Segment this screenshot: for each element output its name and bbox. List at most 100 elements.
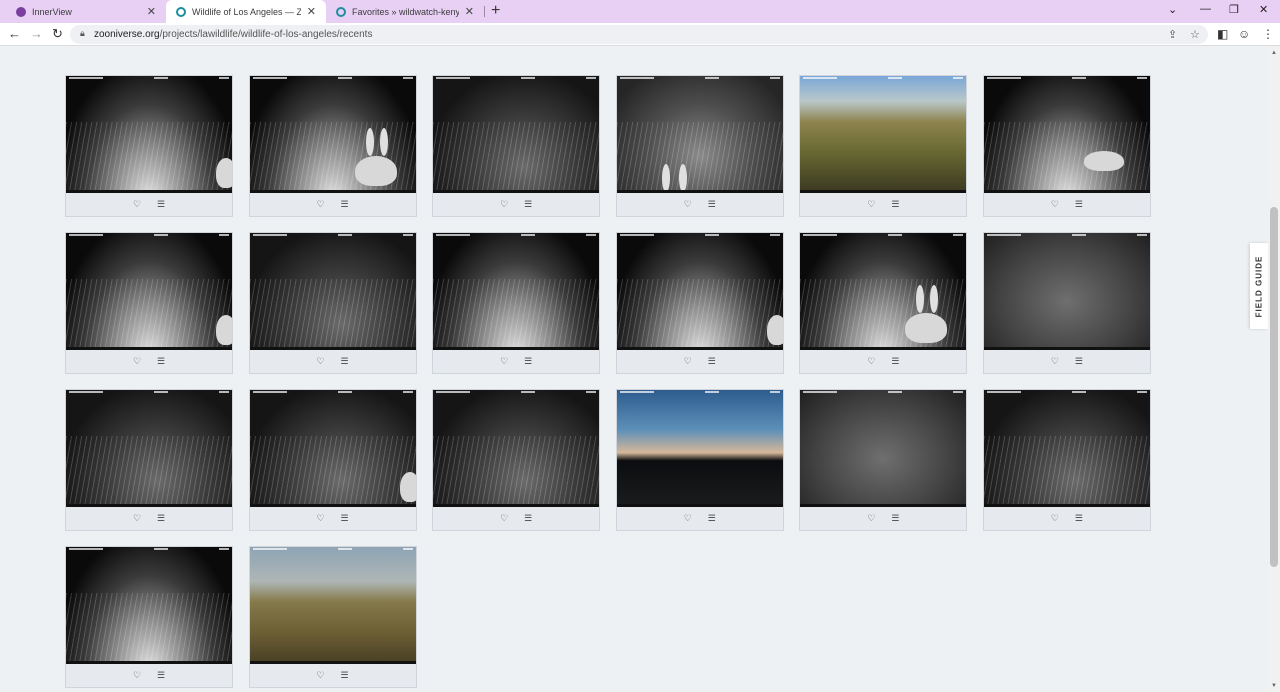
add-to-collection-list-icon[interactable]: ☰ (155, 669, 167, 681)
favorite-heart-icon[interactable]: ♡ (1049, 198, 1061, 210)
subject-thumbnail[interactable] (800, 390, 967, 507)
add-to-collection-list-icon[interactable]: ☰ (155, 355, 167, 367)
close-window-icon[interactable]: ✕ (1259, 3, 1268, 16)
subject-card[interactable]: ♡ ☰ (799, 232, 968, 374)
favorite-heart-icon[interactable]: ♡ (682, 198, 694, 210)
add-to-collection-list-icon[interactable]: ☰ (889, 198, 901, 210)
favorite-heart-icon[interactable]: ♡ (498, 512, 510, 524)
add-to-collection-list-icon[interactable]: ☰ (706, 512, 718, 524)
add-to-collection-list-icon[interactable]: ☰ (339, 669, 351, 681)
subject-card[interactable]: ♡ ☰ (65, 75, 233, 217)
favorite-heart-icon[interactable]: ♡ (498, 198, 510, 210)
subject-thumbnail[interactable] (66, 76, 232, 193)
page-scrollbar[interactable]: ▲ ▼ (1268, 47, 1280, 692)
add-to-collection-list-icon[interactable]: ☰ (706, 198, 718, 210)
favorite-heart-icon[interactable]: ♡ (1049, 512, 1061, 524)
favorite-heart-icon[interactable]: ♡ (865, 355, 877, 367)
favorite-heart-icon[interactable]: ♡ (131, 355, 143, 367)
subject-card[interactable]: ♡ ☰ (982, 389, 1151, 531)
subject-thumbnail[interactable] (983, 390, 1150, 507)
add-to-collection-list-icon[interactable]: ☰ (155, 198, 167, 210)
subject-card[interactable]: ♡ ☰ (615, 75, 784, 217)
add-to-collection-list-icon[interactable]: ☰ (339, 355, 351, 367)
tab-search-chevron-icon[interactable]: ⌄ (1168, 3, 1177, 16)
tab-wildlife-los-angeles[interactable]: Wildlife of Los Angeles — Zooniverse ✕ (166, 0, 326, 23)
favorite-heart-icon[interactable]: ♡ (865, 512, 877, 524)
add-to-collection-list-icon[interactable]: ☰ (522, 198, 534, 210)
add-to-collection-list-icon[interactable]: ☰ (522, 355, 534, 367)
favorite-heart-icon[interactable]: ♡ (131, 198, 143, 210)
close-tab-icon[interactable]: ✕ (465, 5, 474, 18)
subject-card[interactable]: ♡ ☰ (615, 232, 784, 374)
favorite-heart-icon[interactable]: ♡ (315, 512, 327, 524)
minimize-icon[interactable]: — (1200, 3, 1211, 15)
subject-thumbnail[interactable] (800, 76, 967, 193)
reload-icon[interactable]: ↻ (52, 26, 63, 42)
subject-thumbnail[interactable] (983, 233, 1150, 350)
address-bar[interactable]: 🔒︎ zooniverse.org/projects/lawildlife/wi… (70, 25, 1208, 44)
favorite-heart-icon[interactable]: ♡ (315, 198, 327, 210)
favorite-heart-icon[interactable]: ♡ (315, 355, 327, 367)
subject-card[interactable]: ♡ ☰ (65, 389, 233, 531)
subject-card[interactable]: ♡ ☰ (432, 75, 601, 217)
close-tab-icon[interactable]: ✕ (147, 5, 156, 18)
add-to-collection-list-icon[interactable]: ☰ (706, 355, 718, 367)
back-arrow-icon[interactable]: ← (8, 26, 21, 41)
add-to-collection-list-icon[interactable]: ☰ (889, 355, 901, 367)
subject-card[interactable]: ♡ ☰ (799, 389, 968, 531)
subject-thumbnail[interactable] (249, 76, 416, 193)
favorite-heart-icon[interactable]: ♡ (1049, 355, 1061, 367)
add-to-collection-list-icon[interactable]: ☰ (339, 198, 351, 210)
favorite-heart-icon[interactable]: ♡ (865, 198, 877, 210)
subject-thumbnail[interactable] (249, 390, 416, 507)
subject-thumbnail[interactable] (983, 76, 1150, 193)
add-to-collection-list-icon[interactable]: ☰ (522, 512, 534, 524)
add-to-collection-list-icon[interactable]: ☰ (1073, 355, 1085, 367)
subject-card[interactable]: ♡ ☰ (432, 232, 601, 374)
subject-card[interactable]: ♡ ☰ (65, 546, 233, 688)
add-to-collection-list-icon[interactable]: ☰ (155, 512, 167, 524)
tab-innerview[interactable]: InnerView ✕ (6, 0, 166, 23)
subject-thumbnail[interactable] (616, 233, 783, 350)
subject-thumbnail[interactable] (66, 233, 232, 350)
tab-wildwatch-kenya[interactable]: Favorites » wildwatch-kenya — Zooniverse… (326, 0, 484, 23)
side-panel-icon[interactable]: ◧ (1217, 27, 1228, 41)
menu-kebab-icon[interactable]: ⋮ (1262, 27, 1274, 41)
subject-card[interactable]: ♡ ☰ (432, 389, 601, 531)
subject-thumbnail[interactable] (616, 76, 783, 193)
profile-avatar-icon[interactable]: ☺ (1238, 27, 1250, 41)
scroll-up-icon[interactable]: ▲ (1271, 50, 1277, 56)
add-to-collection-list-icon[interactable]: ☰ (889, 512, 901, 524)
subject-thumbnail[interactable] (433, 390, 600, 507)
subject-card[interactable]: ♡ ☰ (248, 232, 417, 374)
favorite-heart-icon[interactable]: ♡ (682, 512, 694, 524)
scrollbar-thumb[interactable] (1270, 207, 1278, 567)
subject-thumbnail[interactable] (433, 76, 600, 193)
favorite-heart-icon[interactable]: ♡ (498, 355, 510, 367)
bookmark-star-icon[interactable]: ☆ (1190, 28, 1200, 41)
subject-card[interactable]: ♡ ☰ (248, 75, 417, 217)
scroll-down-icon[interactable]: ▼ (1271, 683, 1277, 689)
subject-card[interactable]: ♡ ☰ (248, 389, 417, 531)
add-to-collection-list-icon[interactable]: ☰ (1073, 198, 1085, 210)
subject-thumbnail[interactable] (249, 547, 416, 664)
field-guide-tab[interactable]: FIELD GUIDE (1250, 243, 1268, 329)
subject-thumbnail[interactable] (249, 233, 416, 350)
add-to-collection-list-icon[interactable]: ☰ (339, 512, 351, 524)
forward-arrow-icon[interactable]: → (30, 26, 43, 41)
subject-thumbnail[interactable] (66, 547, 232, 664)
subject-thumbnail[interactable] (800, 233, 967, 350)
subject-card[interactable]: ♡ ☰ (248, 546, 417, 688)
subject-card[interactable]: ♡ ☰ (799, 75, 968, 217)
close-tab-icon[interactable]: ✕ (307, 5, 316, 18)
subject-card[interactable]: ♡ ☰ (615, 389, 784, 531)
subject-card[interactable]: ♡ ☰ (65, 232, 233, 374)
subject-thumbnail[interactable] (433, 233, 600, 350)
restore-icon[interactable]: ❐ (1229, 3, 1239, 16)
favorite-heart-icon[interactable]: ♡ (682, 355, 694, 367)
share-icon[interactable]: ⇪ (1168, 28, 1177, 41)
new-tab-icon[interactable]: + (491, 2, 500, 20)
subject-card[interactable]: ♡ ☰ (982, 232, 1151, 374)
add-to-collection-list-icon[interactable]: ☰ (1073, 512, 1085, 524)
favorite-heart-icon[interactable]: ♡ (131, 669, 143, 681)
